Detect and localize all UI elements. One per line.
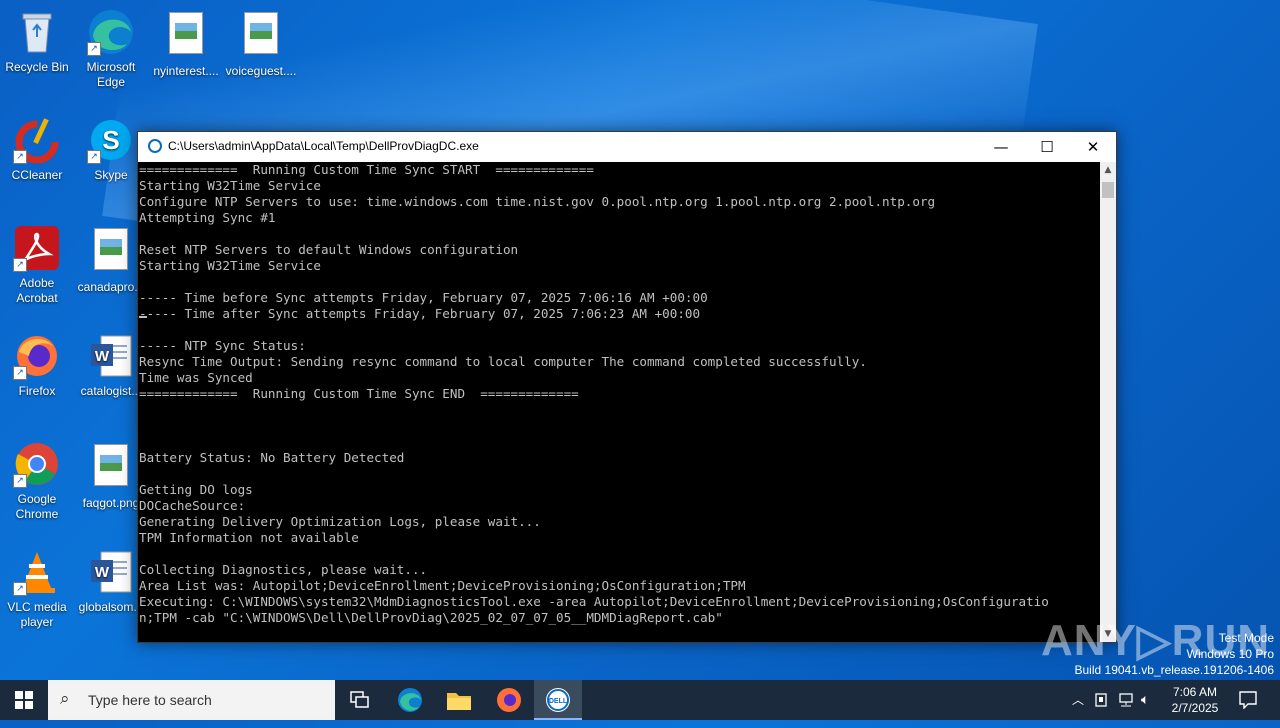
edge-icon: ↗ bbox=[87, 8, 135, 56]
acrobat-icon: ↗ bbox=[13, 224, 61, 272]
desktop-icon-label: VLC media player bbox=[7, 600, 67, 629]
desktop-icon-voiceguest[interactable]: voiceguest.... bbox=[224, 8, 298, 79]
svg-text:DELL: DELL bbox=[549, 698, 568, 705]
image-file-icon bbox=[87, 228, 135, 276]
desktop-icon-label: Adobe Acrobat bbox=[16, 276, 58, 305]
shortcut-arrow-icon: ↗ bbox=[87, 150, 101, 164]
desktop-icon-acrobat[interactable]: ↗ Adobe Acrobat bbox=[0, 224, 74, 306]
shortcut-arrow-icon: ↗ bbox=[13, 366, 27, 380]
desktop-icon-label: Google Chrome bbox=[15, 492, 59, 521]
desktop-icon-label: Firefox bbox=[18, 384, 56, 398]
minimize-button[interactable]: — bbox=[978, 132, 1024, 162]
taskbar-dell-prov-diag[interactable]: DELL bbox=[534, 680, 582, 720]
shortcut-arrow-icon: ↗ bbox=[87, 42, 101, 56]
action-center-button[interactable] bbox=[1232, 680, 1280, 720]
edge-icon bbox=[398, 688, 422, 712]
vertical-scrollbar[interactable]: ▲ ▼ bbox=[1100, 162, 1116, 642]
skype-icon: S ↗ bbox=[87, 116, 135, 164]
chrome-icon: ↗ bbox=[13, 440, 61, 488]
recycle-bin-icon bbox=[13, 8, 61, 56]
desktop-icon-nyinterest[interactable]: nyinterest.... bbox=[149, 8, 223, 79]
search-placeholder: Type here to search bbox=[88, 692, 212, 708]
console-text: ============= Running Custom Time Sync S… bbox=[139, 162, 1049, 625]
taskbar-edge[interactable] bbox=[386, 680, 434, 720]
desktop-icon-firefox[interactable]: ↗ Firefox bbox=[0, 332, 74, 399]
shortcut-arrow-icon: ↗ bbox=[13, 582, 27, 596]
os-edition-label: Windows 10 Pro bbox=[1186, 647, 1274, 661]
show-hidden-icons-button[interactable]: ︿ bbox=[1070, 680, 1086, 720]
image-file-icon bbox=[87, 444, 135, 492]
ccleaner-icon: ↗ bbox=[13, 116, 61, 164]
window-titlebar[interactable]: C:\Users\admin\AppData\Local\Temp\DellPr… bbox=[138, 132, 1116, 162]
scroll-up-arrow-icon[interactable]: ▲ bbox=[1100, 162, 1116, 178]
svg-text:S: S bbox=[102, 125, 119, 155]
device-icon bbox=[1095, 693, 1107, 707]
dell-app-icon bbox=[148, 139, 162, 153]
firefox-icon bbox=[497, 688, 521, 712]
svg-text:W: W bbox=[95, 348, 110, 365]
svg-text:W: W bbox=[95, 564, 110, 581]
taskbar: ⌕ Type here to search DELL ︿ 🔈︎ 7:06 AM … bbox=[0, 680, 1280, 720]
desktop-icon-chrome[interactable]: ↗ Google Chrome bbox=[0, 440, 74, 522]
desktop-icon-label: Microsoft Edge bbox=[86, 60, 136, 89]
desktop-icon-recycle-bin[interactable]: Recycle Bin bbox=[0, 8, 74, 75]
firefox-icon: ↗ bbox=[13, 332, 61, 380]
tray-volume[interactable]: 🔈︎ bbox=[1141, 680, 1159, 720]
desktop-icon-label: Recycle Bin bbox=[5, 60, 69, 74]
clock-date: 2/7/2025 bbox=[1171, 701, 1219, 715]
taskbar-firefox[interactable] bbox=[485, 680, 533, 720]
tray-network[interactable] bbox=[1117, 680, 1137, 720]
build-label: Build 19041.vb_release.191206-1406 bbox=[1074, 663, 1275, 677]
test-mode-label: Test Mode bbox=[1218, 631, 1274, 645]
speaker-icon: 🔈︎ bbox=[1141, 691, 1150, 707]
notification-icon bbox=[1239, 691, 1257, 710]
shortcut-arrow-icon: ↗ bbox=[13, 474, 27, 488]
console-window[interactable]: C:\Users\admin\AppData\Local\Temp\DellPr… bbox=[137, 131, 1117, 643]
text-cursor bbox=[139, 316, 147, 318]
folder-icon bbox=[447, 693, 471, 710]
chevron-up-icon: ︿ bbox=[1072, 693, 1085, 707]
task-view-icon bbox=[350, 691, 369, 708]
close-button[interactable]: ✕ bbox=[1070, 132, 1116, 162]
system-info: Test Mode Windows 10 Pro Build 19041.vb_… bbox=[1075, 630, 1275, 678]
window-title: C:\Users\admin\AppData\Local\Temp\DellPr… bbox=[168, 139, 479, 153]
desktop-icon-vlc[interactable]: ↗ VLC media player bbox=[0, 548, 74, 630]
vlc-icon: ↗ bbox=[13, 548, 61, 596]
desktop-icon-ccleaner[interactable]: ↗ CCleaner bbox=[0, 116, 74, 183]
desktop-icon-edge[interactable]: ↗ Microsoft Edge bbox=[74, 8, 148, 90]
tray-meet-now[interactable] bbox=[1094, 680, 1112, 720]
dell-app-icon: DELL bbox=[546, 688, 570, 712]
image-file-icon bbox=[162, 12, 210, 60]
maximize-button[interactable]: ☐ bbox=[1024, 132, 1070, 162]
console-output[interactable]: ============= Running Custom Time Sync S… bbox=[138, 162, 1100, 642]
taskbar-clock[interactable]: 7:06 AM 2/7/2025 bbox=[1160, 684, 1230, 716]
windows-logo-icon bbox=[15, 691, 33, 709]
word-document-icon: W bbox=[87, 548, 135, 596]
network-icon bbox=[1119, 693, 1133, 707]
task-view-button[interactable] bbox=[337, 680, 383, 720]
desktop-icon-label: voiceguest.... bbox=[225, 64, 297, 78]
taskbar-file-explorer[interactable] bbox=[435, 680, 483, 720]
taskbar-search-box[interactable]: ⌕ Type here to search bbox=[48, 680, 335, 720]
shortcut-arrow-icon: ↗ bbox=[13, 258, 27, 272]
start-button[interactable] bbox=[0, 680, 48, 720]
image-file-icon bbox=[237, 12, 285, 60]
scrollbar-thumb[interactable] bbox=[1102, 182, 1114, 198]
clock-time: 7:06 AM bbox=[1172, 685, 1218, 699]
desktop-icon-label: nyinterest.... bbox=[153, 64, 219, 78]
word-document-icon: W bbox=[87, 332, 135, 380]
shortcut-arrow-icon: ↗ bbox=[13, 150, 27, 164]
search-icon: ⌕ bbox=[60, 689, 70, 709]
desktop-icon-label: CCleaner bbox=[11, 168, 63, 182]
